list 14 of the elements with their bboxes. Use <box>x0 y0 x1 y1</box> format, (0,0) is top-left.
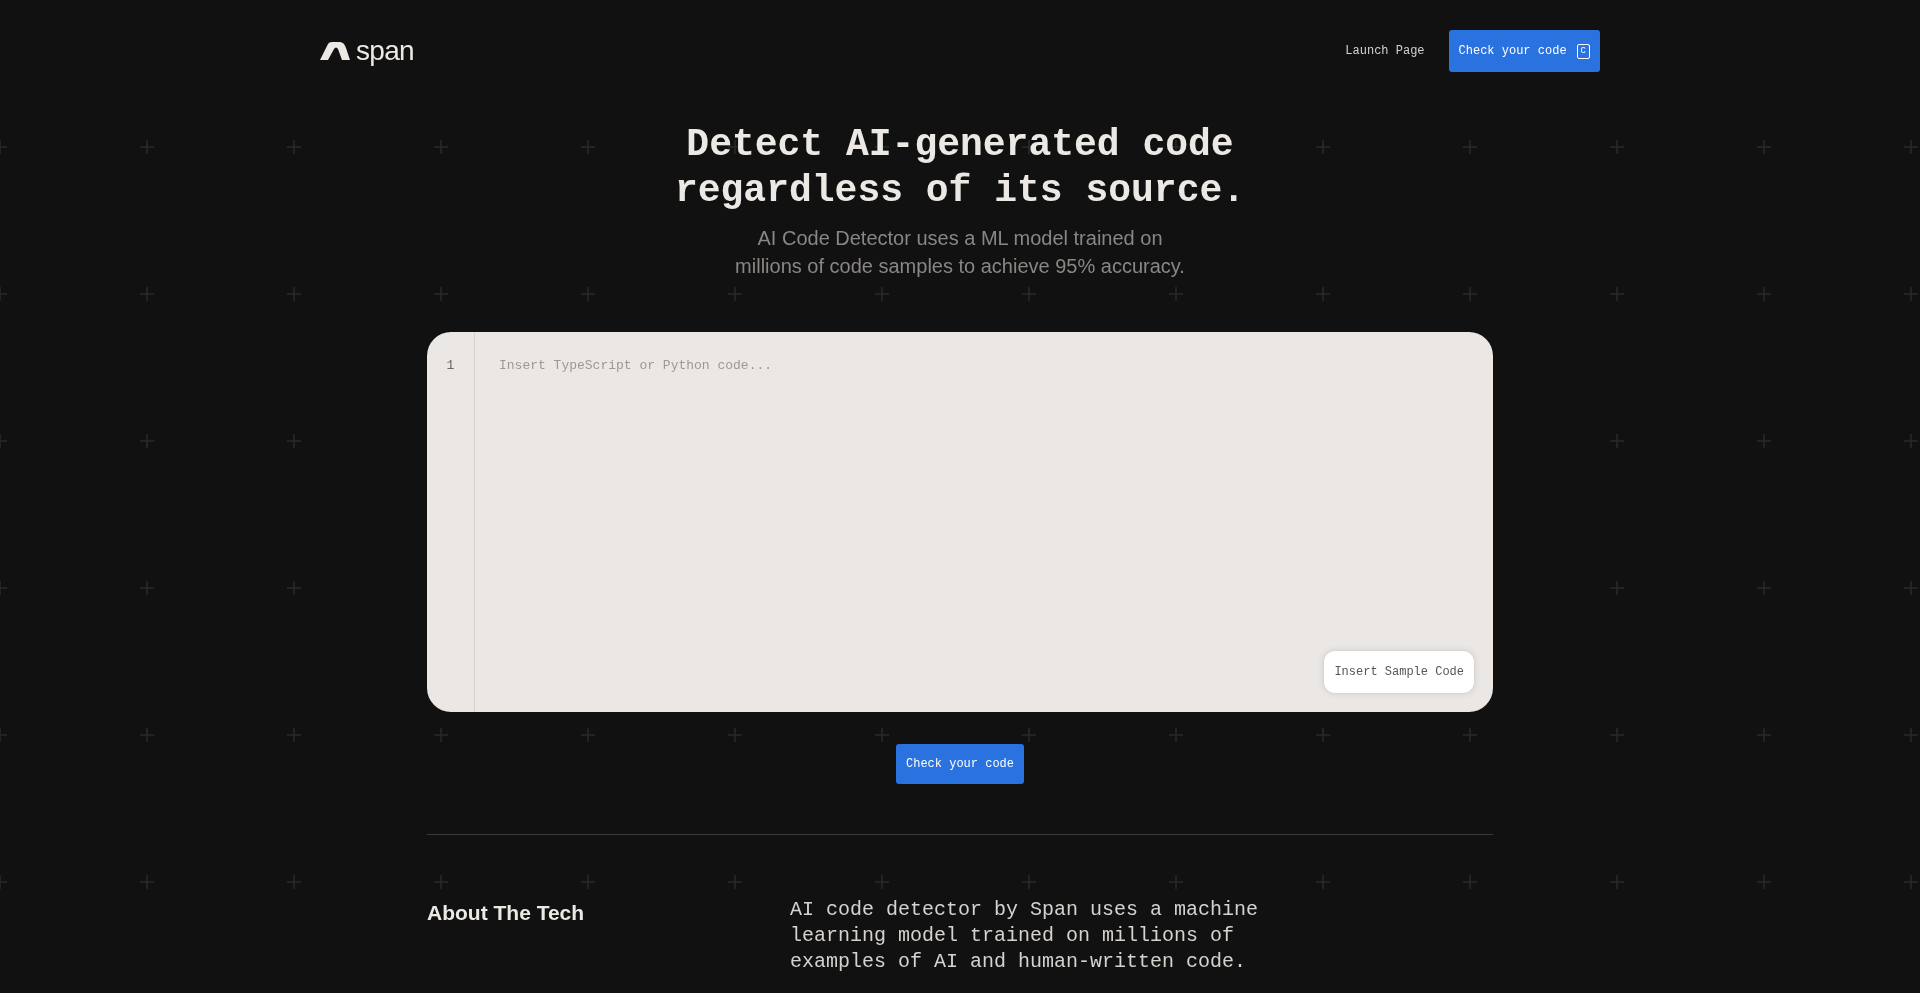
insert-sample-button[interactable]: Insert Sample Code <box>1323 650 1475 694</box>
code-placeholder: Insert TypeScript or Python code... <box>499 357 774 375</box>
about-text: AI code detector by Span uses a machine learning model trained on millions of examples of AI and human-written code. <box>790 897 1259 975</box>
check-code-button[interactable]: Check your code C <box>1448 30 1600 72</box>
code-editor[interactable]: 1 Insert TypeScript or Python code... Insert Sample Code <box>427 332 1493 712</box>
about-heading: About The Tech <box>427 900 586 926</box>
shortcut-key: C <box>1576 43 1590 59</box>
logo-icon <box>320 42 350 60</box>
hero-title: Detect AI-generated code regardless of its source. <box>674 122 1246 214</box>
hero-subtitle: AI Code Detector uses a ML model trained on millions of code samples to achieve 95% accuracy. <box>735 226 1185 279</box>
line-number: 1 <box>446 357 455 375</box>
nav-link[interactable]: Launch Page <box>1345 42 1425 60</box>
logo-wordmark: span <box>356 37 414 65</box>
submit-button[interactable]: Check your code <box>896 744 1024 784</box>
